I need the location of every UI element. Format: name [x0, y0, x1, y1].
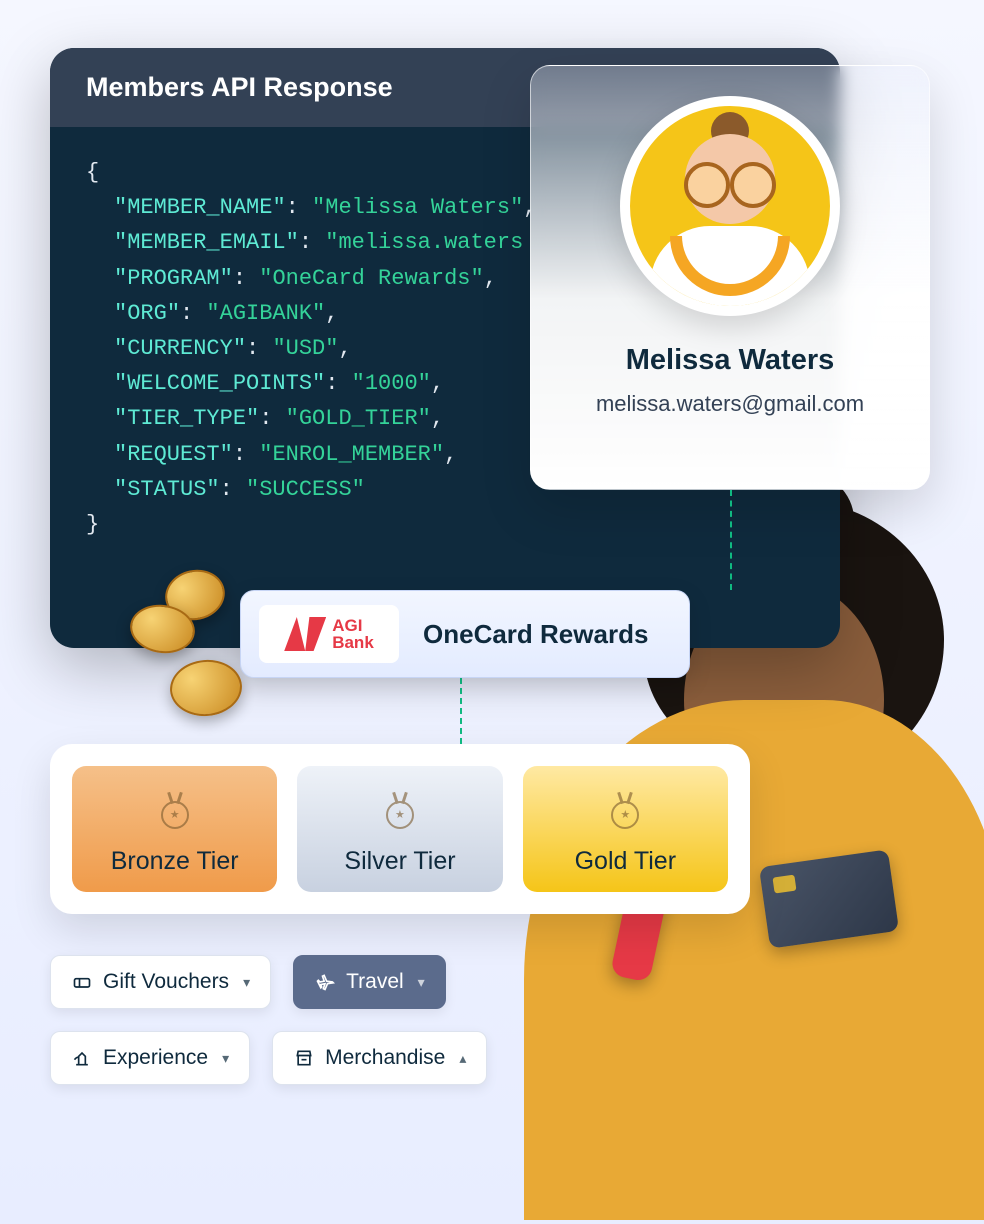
tier-label: Silver Tier	[344, 847, 455, 876]
chevron-up-icon: ▴	[459, 1050, 466, 1067]
chevron-down-icon: ▾	[222, 1050, 229, 1067]
merchandise-dropdown[interactable]: Merchandise ▴	[272, 1031, 487, 1085]
medal-icon: ★	[382, 801, 418, 837]
program-name: OneCard Rewards	[423, 619, 648, 650]
bank-name-line1: AGI	[332, 617, 374, 634]
profile-name: Melissa Waters	[626, 344, 834, 377]
bank-logo-icon	[284, 617, 326, 651]
gift-vouchers-dropdown[interactable]: Gift Vouchers ▾	[50, 955, 271, 1009]
chevron-down-icon: ▾	[243, 974, 250, 991]
profile-email: melissa.waters@gmail.com	[596, 391, 864, 417]
chevron-down-icon: ▾	[418, 974, 425, 991]
airplane-icon	[314, 971, 336, 993]
chip-label: Gift Vouchers	[103, 970, 229, 994]
bank-name-line2: Bank	[332, 634, 374, 651]
tier-label: Gold Tier	[575, 847, 676, 876]
chip-label: Experience	[103, 1046, 208, 1070]
experience-dropdown[interactable]: Experience ▾	[50, 1031, 250, 1085]
experience-icon	[71, 1047, 93, 1069]
chip-label: Merchandise	[325, 1046, 445, 1070]
category-filters: Gift Vouchers ▾ Travel ▾ Experience ▾ Me…	[50, 955, 550, 1085]
credit-card-icon	[759, 849, 899, 948]
glasses-icon	[682, 166, 778, 196]
chip-label: Travel	[346, 970, 404, 994]
member-profile-card: Melissa Waters melissa.waters@gmail.com	[530, 65, 930, 490]
tier-selector: ★ Bronze Tier ★ Silver Tier ★ Gold Tier	[50, 744, 750, 914]
travel-dropdown[interactable]: Travel ▾	[293, 955, 446, 1009]
tier-gold-card[interactable]: ★ Gold Tier	[523, 766, 728, 892]
avatar	[620, 96, 840, 316]
tier-bronze-card[interactable]: ★ Bronze Tier	[72, 766, 277, 892]
coin-icon	[168, 657, 245, 719]
connector-line-icon	[460, 678, 462, 744]
medal-icon: ★	[157, 801, 193, 837]
connector-line-icon	[730, 490, 732, 590]
ticket-icon	[71, 971, 93, 993]
program-chip: AGI Bank OneCard Rewards	[240, 590, 690, 678]
medal-icon: ★	[607, 801, 643, 837]
tier-silver-card[interactable]: ★ Silver Tier	[297, 766, 502, 892]
coins-illustration	[130, 560, 260, 720]
store-icon	[293, 1047, 315, 1069]
tier-label: Bronze Tier	[111, 847, 239, 876]
bank-logo: AGI Bank	[259, 605, 399, 663]
